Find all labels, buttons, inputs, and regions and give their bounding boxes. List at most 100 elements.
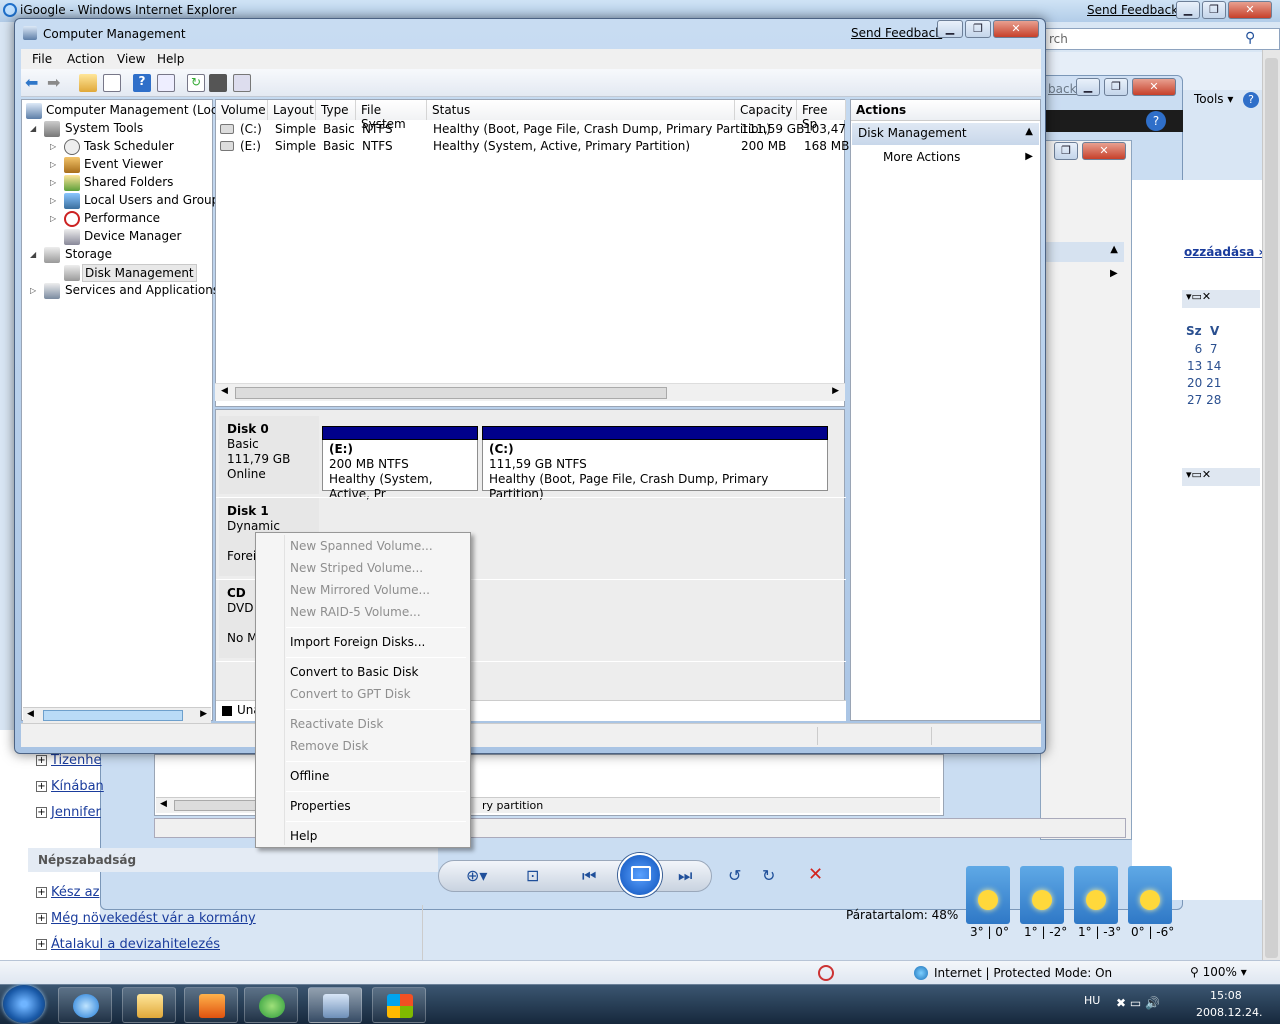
column-type[interactable]: Type (316, 100, 356, 120)
back-arrow-icon[interactable]: ⬅ (25, 74, 43, 92)
news-item[interactable]: + Átalakul a devizahitelezés (36, 937, 220, 952)
expand-icon[interactable]: ▷ (50, 214, 56, 223)
news-item[interactable]: + Kínában (36, 779, 104, 794)
column-file-system[interactable]: File System (356, 100, 427, 131)
tree-task-scheduler[interactable]: Task Scheduler (84, 139, 174, 153)
tree-event-viewer[interactable]: Event Viewer (84, 157, 163, 171)
partition-c[interactable]: (C:) 111,59 GB NTFS Healthy (Boot, Page Fi… (482, 426, 828, 501)
more-actions-item[interactable]: More Actions ▶ (852, 148, 1039, 168)
search-icon[interactable]: ⚲ (1245, 30, 1255, 46)
expand-icon[interactable]: ▷ (50, 178, 56, 187)
dlg2-close-button[interactable]: ✕ (1082, 142, 1126, 160)
news-item[interactable]: + Jennifer (36, 805, 101, 820)
column-capacity[interactable]: Capacity (735, 100, 797, 120)
language-indicator[interactable]: HU (1084, 994, 1100, 1007)
start-button[interactable] (3, 985, 45, 1023)
taskbar-explorer-icon[interactable] (122, 987, 176, 1023)
column-layout[interactable]: Layout (268, 100, 316, 120)
expand-icon[interactable]: ▷ (50, 142, 56, 151)
tree-device-manager[interactable]: Device Manager (84, 229, 181, 243)
tree-root[interactable]: Computer Management (Local (46, 103, 228, 117)
tree-performance[interactable]: Performance (84, 211, 160, 225)
expand-icon[interactable]: ▷ (30, 286, 36, 295)
column-volume[interactable]: Volume (216, 100, 268, 120)
help-icon[interactable]: ? (133, 74, 151, 92)
disk0-label[interactable]: Disk 0 Basic 111,79 GB Online (219, 416, 319, 494)
collapse-up-icon[interactable]: ▲ (1025, 126, 1033, 137)
dlg2-maximize-button[interactable]: ❐ (1054, 142, 1078, 160)
taskbar-windows-icon[interactable] (372, 987, 426, 1023)
ie-send-feedback-link[interactable]: Send Feedback (1087, 3, 1178, 17)
security-zone-text[interactable]: Internet | Protected Mode: On (934, 966, 1112, 980)
tree-disk-management[interactable]: Disk Management (82, 264, 197, 282)
tree-shared-folders[interactable]: Shared Folders (84, 175, 173, 189)
zoom-level[interactable]: ⚲ 100% ▾ (1190, 965, 1247, 979)
table-row[interactable]: (C:) Simple Basic NTFS Healthy (Boot, Pa… (216, 122, 859, 139)
tree-local-users[interactable]: Local Users and Groups (84, 193, 226, 207)
menu-item-offline[interactable]: Offline (290, 769, 329, 783)
zoom-icon[interactable]: ⊕▾ (466, 866, 487, 885)
up-folder-icon[interactable] (79, 74, 97, 92)
add-content-link[interactable]: ozzáadása » (1184, 245, 1266, 259)
menu-item-import-foreign-disks[interactable]: Import Foreign Disks... (290, 635, 425, 649)
help-icon[interactable]: ? (1146, 111, 1166, 131)
table-row[interactable]: (E:) Simple Basic NTFS Healthy (System, … (216, 139, 849, 156)
menu-file[interactable]: File (32, 52, 52, 66)
tree-storage[interactable]: Storage (65, 247, 112, 261)
refresh-icon[interactable]: ↻ (187, 74, 205, 92)
expand-icon[interactable]: ▷ (50, 196, 56, 205)
ie-tools-menu[interactable]: Tools ▾ (1194, 92, 1233, 106)
delete-icon[interactable]: ✕ (808, 864, 823, 885)
collapse-icon[interactable]: ◢ (30, 250, 36, 259)
actions-section-disk-management[interactable]: Disk Management ▲ (852, 123, 1039, 145)
menu-help[interactable]: Help (157, 52, 184, 66)
clock-date[interactable]: 2008.12.24. (1196, 1006, 1262, 1019)
rotate-ccw-icon[interactable]: ↺ (728, 866, 741, 885)
expand-icon[interactable]: ▷ (50, 160, 56, 169)
ie-close-button[interactable]: ✕ (1228, 1, 1272, 19)
show-hide-tree-icon[interactable] (103, 74, 121, 92)
clock-time[interactable]: 15:08 (1210, 989, 1242, 1002)
fit-window-icon[interactable]: ⊡ (526, 866, 539, 885)
send-feedback-link[interactable]: Send Feedback (851, 26, 942, 40)
ie-help-icon[interactable]: ? (1243, 92, 1259, 108)
rotate-cw-icon[interactable]: ↻ (762, 866, 775, 885)
ie-maximize-button[interactable]: ❐ (1202, 1, 1226, 19)
next-icon[interactable]: ⏭ (678, 866, 692, 886)
tree-hscrollbar[interactable]: ◀ ▶ (23, 707, 211, 723)
ie-minimize-button[interactable]: ▁ (1176, 1, 1200, 19)
menu-action[interactable]: Action (67, 52, 105, 66)
calendar-grid[interactable]: 6 7 13 14 20 21 27 28 (1187, 341, 1221, 409)
tree-services[interactable]: Services and Applications (65, 283, 219, 297)
ie-vertical-scrollbar[interactable] (1262, 50, 1280, 960)
action-pane-icon[interactable] (157, 74, 175, 92)
properties-icon[interactable] (209, 74, 227, 92)
dlg-minimize-button[interactable]: ▁ (1076, 78, 1100, 96)
taskbar-media-player-icon[interactable] (184, 987, 238, 1023)
column-status[interactable]: Status (427, 100, 735, 120)
news-item[interactable]: + Még növekedést vár a kormány (36, 911, 256, 926)
dlg-close-button[interactable]: ✕ (1132, 78, 1176, 96)
forward-arrow-icon[interactable]: ➡ (47, 74, 65, 92)
news-item[interactable]: + Kész az (36, 885, 99, 900)
maximize-button[interactable]: ❐ (965, 20, 991, 38)
ie-search-box[interactable]: rch ⚲ (1040, 28, 1280, 50)
previous-icon[interactable]: ⏮ (582, 866, 596, 886)
menu-item-help[interactable]: Help (290, 829, 317, 843)
column-free-space[interactable]: Free Sp (797, 100, 846, 131)
dlg-maximize-button[interactable]: ❐ (1104, 78, 1128, 96)
menu-item-properties[interactable]: Properties (290, 799, 351, 813)
menu-view[interactable]: View (117, 52, 145, 66)
tray-icons[interactable]: ✖ ▭ 🔊 (1116, 996, 1160, 1010)
taskbar-messenger-icon[interactable] (244, 987, 298, 1023)
news-item[interactable]: + Tizenhe (36, 753, 101, 768)
slideshow-button[interactable] (618, 853, 662, 897)
partition-e[interactable]: (E:) 200 MB NTFS Healthy (System, Active, … (322, 426, 478, 501)
taskbar-ie-icon[interactable] (58, 987, 112, 1023)
volume-list-hscrollbar[interactable]: ◀ ▶ (215, 383, 845, 401)
minimize-button[interactable]: ▁ (937, 20, 963, 38)
taskbar-computer-management-icon[interactable] (308, 987, 362, 1023)
collapse-icon[interactable]: ◢ (30, 124, 36, 133)
close-button[interactable]: ✕ (993, 20, 1039, 38)
popup-blocker-icon[interactable] (818, 965, 834, 981)
